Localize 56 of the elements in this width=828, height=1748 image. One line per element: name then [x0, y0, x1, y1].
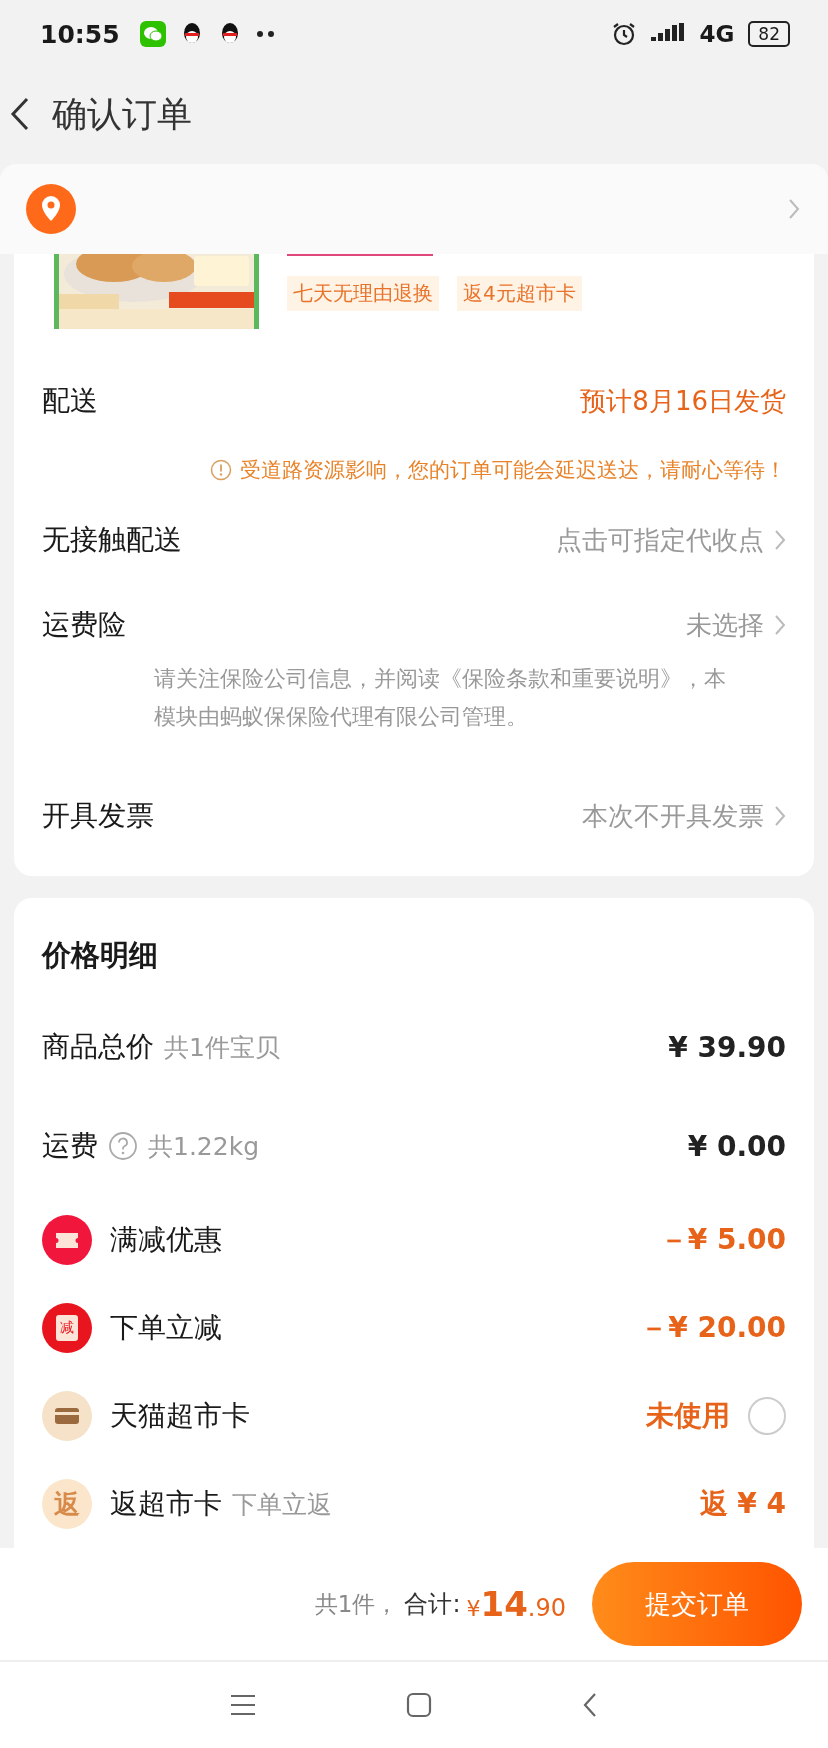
page-title: 确认订单 [52, 92, 192, 136]
price-label: 商品总价 [42, 1029, 154, 1065]
rebate-icon: 返 [42, 1479, 92, 1529]
network-label: 4G [699, 21, 735, 47]
section-title: 价格明细 [42, 937, 159, 974]
card-icon [42, 1391, 92, 1441]
price-note: 下单立返 [232, 1488, 332, 1521]
location-pin-icon [26, 184, 76, 234]
chevron-right-icon [774, 614, 786, 636]
menu-icon[interactable] [230, 1694, 256, 1716]
price-amount: 返 ¥ 4 [699, 1486, 786, 1522]
row-label: 配送 [42, 383, 98, 419]
price-label: 满减优惠 [110, 1222, 222, 1258]
item-count: 共1件， [314, 1589, 399, 1619]
chevron-right-icon [774, 805, 786, 827]
price-label: 运费 [42, 1128, 98, 1164]
price-label: 下单立减 [110, 1310, 222, 1346]
discount-badge-icon: 减 [42, 1303, 92, 1353]
row-label: 开具发票 [42, 798, 154, 834]
price-note: 共1件宝贝 [164, 1031, 280, 1064]
price-label: 返超市卡 [110, 1486, 222, 1522]
more-dots-icon [255, 30, 276, 38]
chat-app-icon [139, 21, 166, 47]
status-time: 10:55 [40, 19, 120, 49]
price-label: 天猫超市卡 [110, 1398, 250, 1434]
option-value: 点击可指定代收点 [556, 523, 764, 557]
chevron-right-icon [788, 198, 800, 220]
price-amount: －¥ 20.00 [640, 1310, 786, 1346]
ticket-icon [42, 1215, 92, 1265]
back-icon[interactable] [10, 97, 30, 131]
total-amount: ¥14.90 [466, 1584, 566, 1624]
delivery-date: 预计8月16日发货 [580, 384, 786, 418]
option-value: 本次不开具发票 [582, 799, 764, 833]
price-note: 共1.22kg [148, 1130, 259, 1163]
row-label: 无接触配送 [42, 522, 182, 558]
battery-indicator: 82 [748, 21, 790, 47]
insurance-note: 请关注保险公司信息，并阅读《保险条款和重要说明》，本模块由蚂蚁保保险代理有限公司管理。 [153, 665, 727, 731]
total-label: 合计: [404, 1589, 461, 1620]
service-tag: 七天无理由退换 [287, 276, 439, 311]
price-amount: 未使用 [646, 1398, 730, 1434]
chevron-right-icon [774, 529, 786, 551]
delay-notice: 受道路资源影响，您的订单可能会延迟送达，请耐心等待！ [240, 457, 786, 484]
address-bar[interactable] [0, 164, 828, 254]
option-value: 未选择 [686, 608, 764, 642]
price-amount: －¥ 5.00 [659, 1222, 786, 1258]
warning-icon [210, 459, 232, 481]
price-amount: ¥ 39.90 [668, 1030, 786, 1064]
service-tag: 返4元超市卡 [457, 276, 582, 311]
home-icon[interactable] [406, 1692, 432, 1718]
price-amount: ¥ 0.00 [687, 1129, 786, 1163]
option-row[interactable]: 开具发票 本次不开具发票 [42, 766, 786, 866]
row-label: 运费险 [42, 607, 126, 643]
option-row[interactable]: 运费险 未选择 [42, 590, 786, 660]
option-row[interactable]: 无接触配送 点击可指定代收点 [42, 490, 786, 590]
radio-button[interactable] [748, 1397, 786, 1435]
back-icon[interactable] [582, 1692, 598, 1718]
